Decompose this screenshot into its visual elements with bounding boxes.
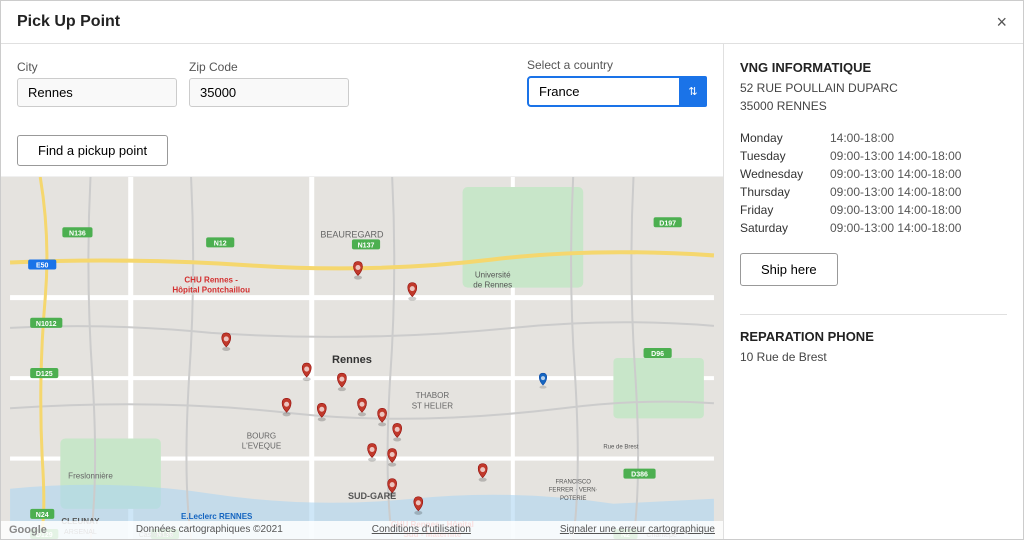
hours-times: 09:00-13:00 14:00-18:00: [830, 183, 1007, 201]
svg-text:Hôpital Pontchaillou: Hôpital Pontchaillou: [172, 286, 250, 295]
country-select-wrapper: France ⇅: [527, 76, 707, 107]
hours-table: Monday14:00-18:00Tuesday09:00-13:00 14:0…: [740, 129, 1007, 237]
svg-text:Rennes: Rennes: [332, 354, 372, 366]
modal-container: Pick Up Point × City Zip Code Select a c…: [0, 0, 1024, 540]
map-terms-link[interactable]: Conditions d'utilisation: [372, 524, 471, 536]
svg-text:E.Leclerc RENNES: E.Leclerc RENNES: [181, 512, 253, 521]
hours-day: Monday: [740, 129, 830, 147]
hours-row: Tuesday09:00-13:00 14:00-18:00: [740, 147, 1007, 165]
map-footer: Google Données cartographiques ©2021 Con…: [1, 521, 723, 539]
country-label: Select a country: [527, 58, 707, 72]
find-pickup-button[interactable]: Find a pickup point: [17, 135, 168, 166]
svg-text:E50: E50: [36, 263, 49, 270]
location-2-name: REPARATION PHONE: [740, 329, 1007, 344]
map-container: BEAUREGARD CHU Rennes - Hôpital Pontchai…: [1, 177, 723, 539]
zipcode-input[interactable]: [189, 78, 349, 107]
hours-day: Thursday: [740, 183, 830, 201]
city-label: City: [17, 60, 177, 74]
map-svg: BEAUREGARD CHU Rennes - Hôpital Pontchai…: [1, 177, 723, 539]
hours-day: Tuesday: [740, 147, 830, 165]
svg-text:Rue de Brest: Rue de Brest: [603, 445, 638, 451]
svg-text:L'EVEQUE: L'EVEQUE: [242, 442, 282, 451]
location-1-name: VNG INFORMATIQUE: [740, 60, 1007, 75]
country-group: Select a country France ⇅: [527, 58, 707, 107]
svg-text:N24: N24: [36, 512, 49, 519]
left-panel: City Zip Code Select a country France ⇅: [1, 44, 723, 539]
location-1: VNG INFORMATIQUE 52 RUE POULLAIN DUPARC …: [740, 60, 1007, 306]
svg-text:de Rennes: de Rennes: [473, 281, 512, 290]
hours-row: Wednesday09:00-13:00 14:00-18:00: [740, 165, 1007, 183]
svg-text:FRANCISCO: FRANCISCO: [555, 480, 591, 486]
svg-text:Université: Université: [475, 271, 511, 280]
modal-body: City Zip Code Select a country France ⇅: [1, 44, 1023, 539]
svg-text:THABOR: THABOR: [416, 391, 450, 400]
city-input[interactable]: [17, 78, 177, 107]
hours-times: 09:00-13:00 14:00-18:00: [830, 201, 1007, 219]
form-section: City Zip Code Select a country France ⇅: [1, 44, 723, 177]
map-error-link[interactable]: Signaler une erreur cartographique: [560, 524, 715, 536]
zipcode-group: Zip Code: [189, 60, 349, 107]
hours-row: Saturday09:00-13:00 14:00-18:00: [740, 219, 1007, 237]
svg-text:BOURG: BOURG: [247, 431, 276, 440]
hours-times: 09:00-13:00 14:00-18:00: [830, 147, 1007, 165]
ship-here-button[interactable]: Ship here: [740, 253, 838, 286]
svg-text:D197: D197: [659, 220, 676, 227]
country-select[interactable]: France: [527, 76, 707, 107]
hours-row: Friday09:00-13:00 14:00-18:00: [740, 201, 1007, 219]
svg-text:N137: N137: [358, 242, 375, 249]
hours-row: Thursday09:00-13:00 14:00-18:00: [740, 183, 1007, 201]
modal-header: Pick Up Point ×: [1, 1, 1023, 44]
svg-text:ST HELIER: ST HELIER: [412, 401, 454, 410]
hours-row: Monday14:00-18:00: [740, 129, 1007, 147]
hours-day: Friday: [740, 201, 830, 219]
svg-text:N1012: N1012: [36, 321, 57, 328]
svg-text:CHU Rennes -: CHU Rennes -: [184, 276, 238, 285]
svg-text:D386: D386: [631, 472, 648, 479]
hours-times: 09:00-13:00 14:00-18:00: [830, 165, 1007, 183]
google-logo: Google: [9, 524, 47, 536]
hours-times: 14:00-18:00: [830, 129, 1007, 147]
location-2-address: 10 Rue de Brest: [740, 348, 1007, 366]
location-divider: [740, 314, 1007, 315]
svg-text:POTERIE: POTERIE: [560, 496, 586, 502]
right-panel: VNG INFORMATIQUE 52 RUE POULLAIN DUPARC …: [723, 44, 1023, 539]
hours-day: Wednesday: [740, 165, 830, 183]
location-1-address: 52 RUE POULLAIN DUPARC 35000 RENNES: [740, 79, 1007, 115]
map-copyright: Données cartographiques ©2021: [136, 524, 283, 536]
modal-title: Pick Up Point: [17, 13, 120, 31]
zipcode-label: Zip Code: [189, 60, 349, 74]
svg-text:FERRER · VERN·: FERRER · VERN·: [549, 488, 598, 494]
city-group: City: [17, 60, 177, 107]
close-button[interactable]: ×: [996, 13, 1007, 31]
svg-text:D125: D125: [36, 371, 53, 378]
svg-text:BEAUREGARD: BEAUREGARD: [320, 229, 384, 239]
location-2: REPARATION PHONE 10 Rue de Brest: [740, 329, 1007, 366]
hours-day: Saturday: [740, 219, 830, 237]
svg-text:N136: N136: [69, 230, 86, 237]
svg-text:Freslonnière: Freslonnière: [68, 472, 113, 481]
svg-text:D96: D96: [651, 351, 664, 358]
svg-text:N12: N12: [214, 240, 227, 247]
hours-times: 09:00-13:00 14:00-18:00: [830, 219, 1007, 237]
